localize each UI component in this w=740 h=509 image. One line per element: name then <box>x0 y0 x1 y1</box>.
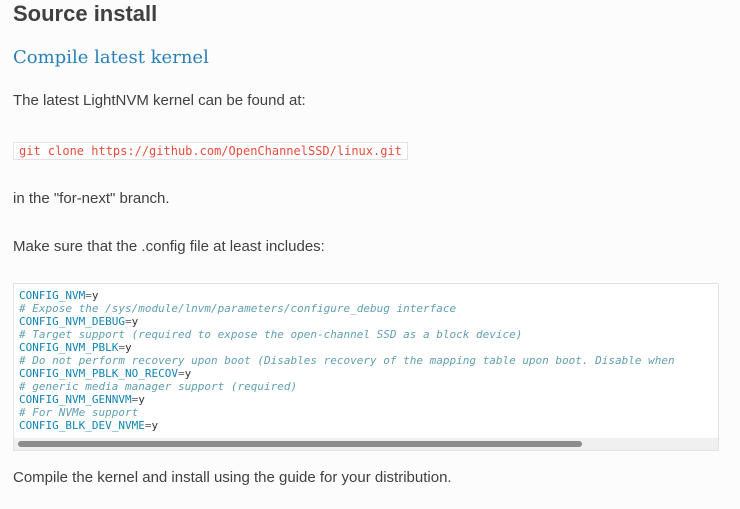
code-operator: = <box>85 289 92 302</box>
horizontal-scrollbar[interactable] <box>14 438 718 450</box>
code-operator: = <box>118 341 125 354</box>
code-value: y <box>151 419 159 432</box>
code-key: CONFIG_NVM <box>19 289 86 302</box>
intro-paragraph: The latest LightNVM kernel can be found … <box>13 92 306 109</box>
code-line: CONFIG_NVM=y <box>19 289 675 302</box>
code-value: y <box>131 315 139 328</box>
code-line: # Target support (required to expose the… <box>19 328 675 341</box>
config-code-block[interactable]: CONFIG_NVM=y # Expose the /sys/module/lnv… <box>13 283 719 451</box>
scrollbar-thumb[interactable] <box>18 441 582 447</box>
code-key: CONFIG_NVM_DEBUG <box>19 315 125 328</box>
code-operator: = <box>124 315 132 328</box>
code-line: CONFIG_NVM_DEBUG=y <box>19 315 675 328</box>
code-comment: # Expose the /sys/module/lnvm/parameters… <box>19 302 457 315</box>
code-value: y <box>91 289 99 302</box>
code-comment: # Target support (required to expose the… <box>19 328 523 341</box>
code-value: y <box>124 341 132 354</box>
closing-paragraph: Compile the kernel and install using the… <box>13 469 452 486</box>
code-lines: CONFIG_NVM=y # Expose the /sys/module/lnv… <box>19 289 675 432</box>
code-key: CONFIG_NVM_PBLK_NO_RECOV <box>19 367 178 380</box>
code-line: # generic media manager support (require… <box>19 380 675 393</box>
code-key: CONFIG_BLK_DEV_NVME <box>19 419 145 432</box>
code-key: CONFIG_NVM_PBLK <box>19 341 119 354</box>
git-clone-command: git clone https://github.com/OpenChannel… <box>13 142 408 160</box>
code-value: y <box>138 393 145 406</box>
section-heading: Compile latest kernel <box>13 47 209 68</box>
code-line: # For NVMe support <box>19 406 675 419</box>
code-line: CONFIG_BLK_DEV_NVME=y <box>19 419 675 432</box>
code-comment: # For NVMe support <box>19 406 139 419</box>
page-title: Source install <box>13 1 158 26</box>
config-paragraph: Make sure that the .config file at least… <box>13 238 325 255</box>
code-key: CONFIG_NVM_GENNVM <box>19 393 132 406</box>
code-value: y <box>184 367 192 380</box>
code-operator: = <box>177 367 185 380</box>
code-comment: # Do not perform recovery upon boot (Dis… <box>19 354 675 367</box>
code-line: # Expose the /sys/module/lnvm/parameters… <box>19 302 675 315</box>
code-line: CONFIG_NVM_PBLK=y <box>19 341 675 354</box>
branch-paragraph: in the "for-next" branch. <box>13 190 170 207</box>
document-page: Source install Compile latest kernel The… <box>0 0 740 509</box>
code-line: # Do not perform recovery upon boot (Dis… <box>19 354 675 367</box>
code-line: CONFIG_NVM_GENNVM=y <box>19 393 675 406</box>
code-comment: # generic media manager support (require… <box>19 380 298 393</box>
code-line: CONFIG_NVM_PBLK_NO_RECOV=y <box>19 367 675 380</box>
